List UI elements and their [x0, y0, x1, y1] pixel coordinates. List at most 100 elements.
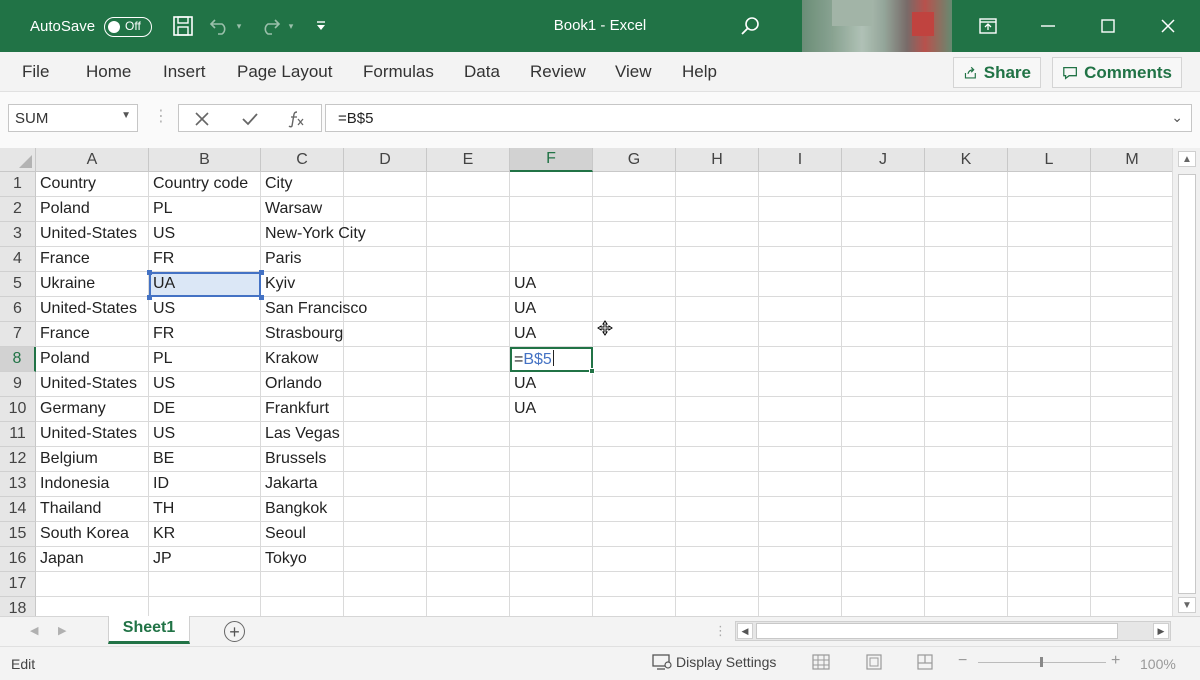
cell-a12[interactable]: Belgium: [36, 447, 149, 472]
cell-c1[interactable]: City: [261, 172, 344, 197]
cell-h6[interactable]: [676, 297, 759, 322]
save-icon[interactable]: [170, 12, 196, 40]
tab-help[interactable]: Help: [682, 62, 717, 82]
row-header-12[interactable]: 12: [0, 447, 36, 472]
column-header-j[interactable]: J: [842, 148, 925, 172]
cell-m13[interactable]: [1091, 472, 1172, 497]
row-header-8[interactable]: 8: [0, 347, 36, 372]
formula-input[interactable]: =B$5 ⌄: [325, 104, 1192, 132]
reference-corner-handle[interactable]: [147, 270, 152, 275]
cell-m17[interactable]: [1091, 572, 1172, 597]
formula-bar-grip-icon[interactable]: ⋮: [153, 106, 169, 126]
cell-h4[interactable]: [676, 247, 759, 272]
cell-b7[interactable]: FR: [149, 322, 261, 347]
cell-l7[interactable]: [1008, 322, 1091, 347]
row-header-11[interactable]: 11: [0, 422, 36, 447]
cell-h10[interactable]: [676, 397, 759, 422]
row-header-13[interactable]: 13: [0, 472, 36, 497]
cell-a17[interactable]: [36, 572, 149, 597]
cell-k14[interactable]: [925, 497, 1008, 522]
cell-e17[interactable]: [427, 572, 510, 597]
cell-a2[interactable]: Poland: [36, 197, 149, 222]
cell-m6[interactable]: [1091, 297, 1172, 322]
cell-b17[interactable]: [149, 572, 261, 597]
cell-m3[interactable]: [1091, 222, 1172, 247]
tab-home[interactable]: Home: [86, 62, 131, 82]
cell-k16[interactable]: [925, 547, 1008, 572]
cell-g13[interactable]: [593, 472, 676, 497]
cell-c16[interactable]: Tokyo: [261, 547, 344, 572]
cell-e12[interactable]: [427, 447, 510, 472]
cell-d12[interactable]: [344, 447, 427, 472]
cell-e8[interactable]: [427, 347, 510, 372]
horizontal-scrollbar[interactable]: ◀ ▶: [735, 621, 1171, 641]
add-sheet-icon[interactable]: +: [224, 621, 245, 642]
row-header-9[interactable]: 9: [0, 372, 36, 397]
comments-button[interactable]: Comments: [1052, 57, 1182, 88]
select-all-button[interactable]: [0, 148, 36, 172]
cell-g10[interactable]: [593, 397, 676, 422]
cell-a14[interactable]: Thailand: [36, 497, 149, 522]
cell-a9[interactable]: United-States: [36, 372, 149, 397]
cell-k10[interactable]: [925, 397, 1008, 422]
cell-b4[interactable]: FR: [149, 247, 261, 272]
cell-j6[interactable]: [842, 297, 925, 322]
cell-i14[interactable]: [759, 497, 842, 522]
spreadsheet-grid[interactable]: A B C D E F G H I J K L M 1 Country Country code City 2 Po…: [0, 148, 1172, 616]
cell-i2[interactable]: [759, 197, 842, 222]
cell-f16[interactable]: [510, 547, 593, 572]
cell-g8[interactable]: [593, 347, 676, 372]
cell-g4[interactable]: [593, 247, 676, 272]
cell-f2[interactable]: [510, 197, 593, 222]
cell-j3[interactable]: [842, 222, 925, 247]
cell-i6[interactable]: [759, 297, 842, 322]
cell-m5[interactable]: [1091, 272, 1172, 297]
cell-j16[interactable]: [842, 547, 925, 572]
cell-h12[interactable]: [676, 447, 759, 472]
cell-f6[interactable]: UA: [510, 297, 593, 322]
cell-g14[interactable]: [593, 497, 676, 522]
row-header-1[interactable]: 1: [0, 172, 36, 197]
cell-i7[interactable]: [759, 322, 842, 347]
name-box[interactable]: SUM ▼: [8, 104, 138, 132]
cell-j15[interactable]: [842, 522, 925, 547]
column-header-m[interactable]: M: [1091, 148, 1172, 172]
cell-j5[interactable]: [842, 272, 925, 297]
cell-e7[interactable]: [427, 322, 510, 347]
fill-handle[interactable]: [589, 368, 595, 374]
cell-j10[interactable]: [842, 397, 925, 422]
tab-split-grip-icon[interactable]: ⋮: [714, 623, 727, 639]
cell-j13[interactable]: [842, 472, 925, 497]
column-header-a[interactable]: A: [36, 148, 149, 172]
cell-d16[interactable]: [344, 547, 427, 572]
cell-c7[interactable]: Strasbourg: [261, 322, 344, 347]
cell-a13[interactable]: Indonesia: [36, 472, 149, 497]
cell-i10[interactable]: [759, 397, 842, 422]
cell-g5[interactable]: [593, 272, 676, 297]
tab-page-layout[interactable]: Page Layout: [237, 62, 332, 82]
cell-e14[interactable]: [427, 497, 510, 522]
cell-m18[interactable]: [1091, 597, 1172, 616]
horizontal-scroll-thumb[interactable]: [756, 623, 1118, 639]
cell-h11[interactable]: [676, 422, 759, 447]
cell-l3[interactable]: [1008, 222, 1091, 247]
cell-h18[interactable]: [676, 597, 759, 616]
row-header-10[interactable]: 10: [0, 397, 36, 422]
cell-a11[interactable]: United-States: [36, 422, 149, 447]
cell-d4[interactable]: [344, 247, 427, 272]
cell-b1[interactable]: Country code: [149, 172, 261, 197]
cell-m9[interactable]: [1091, 372, 1172, 397]
column-header-i[interactable]: I: [759, 148, 842, 172]
cell-b18[interactable]: [149, 597, 261, 616]
cell-b12[interactable]: BE: [149, 447, 261, 472]
cell-e1[interactable]: [427, 172, 510, 197]
cell-f9[interactable]: UA: [510, 372, 593, 397]
cell-l2[interactable]: [1008, 197, 1091, 222]
cell-f11[interactable]: [510, 422, 593, 447]
autosave-toggle[interactable]: Off: [104, 17, 152, 37]
cell-d15[interactable]: [344, 522, 427, 547]
tab-view[interactable]: View: [615, 62, 652, 82]
cell-b8[interactable]: PL: [149, 347, 261, 372]
tab-file[interactable]: File: [22, 62, 49, 82]
cell-f17[interactable]: [510, 572, 593, 597]
